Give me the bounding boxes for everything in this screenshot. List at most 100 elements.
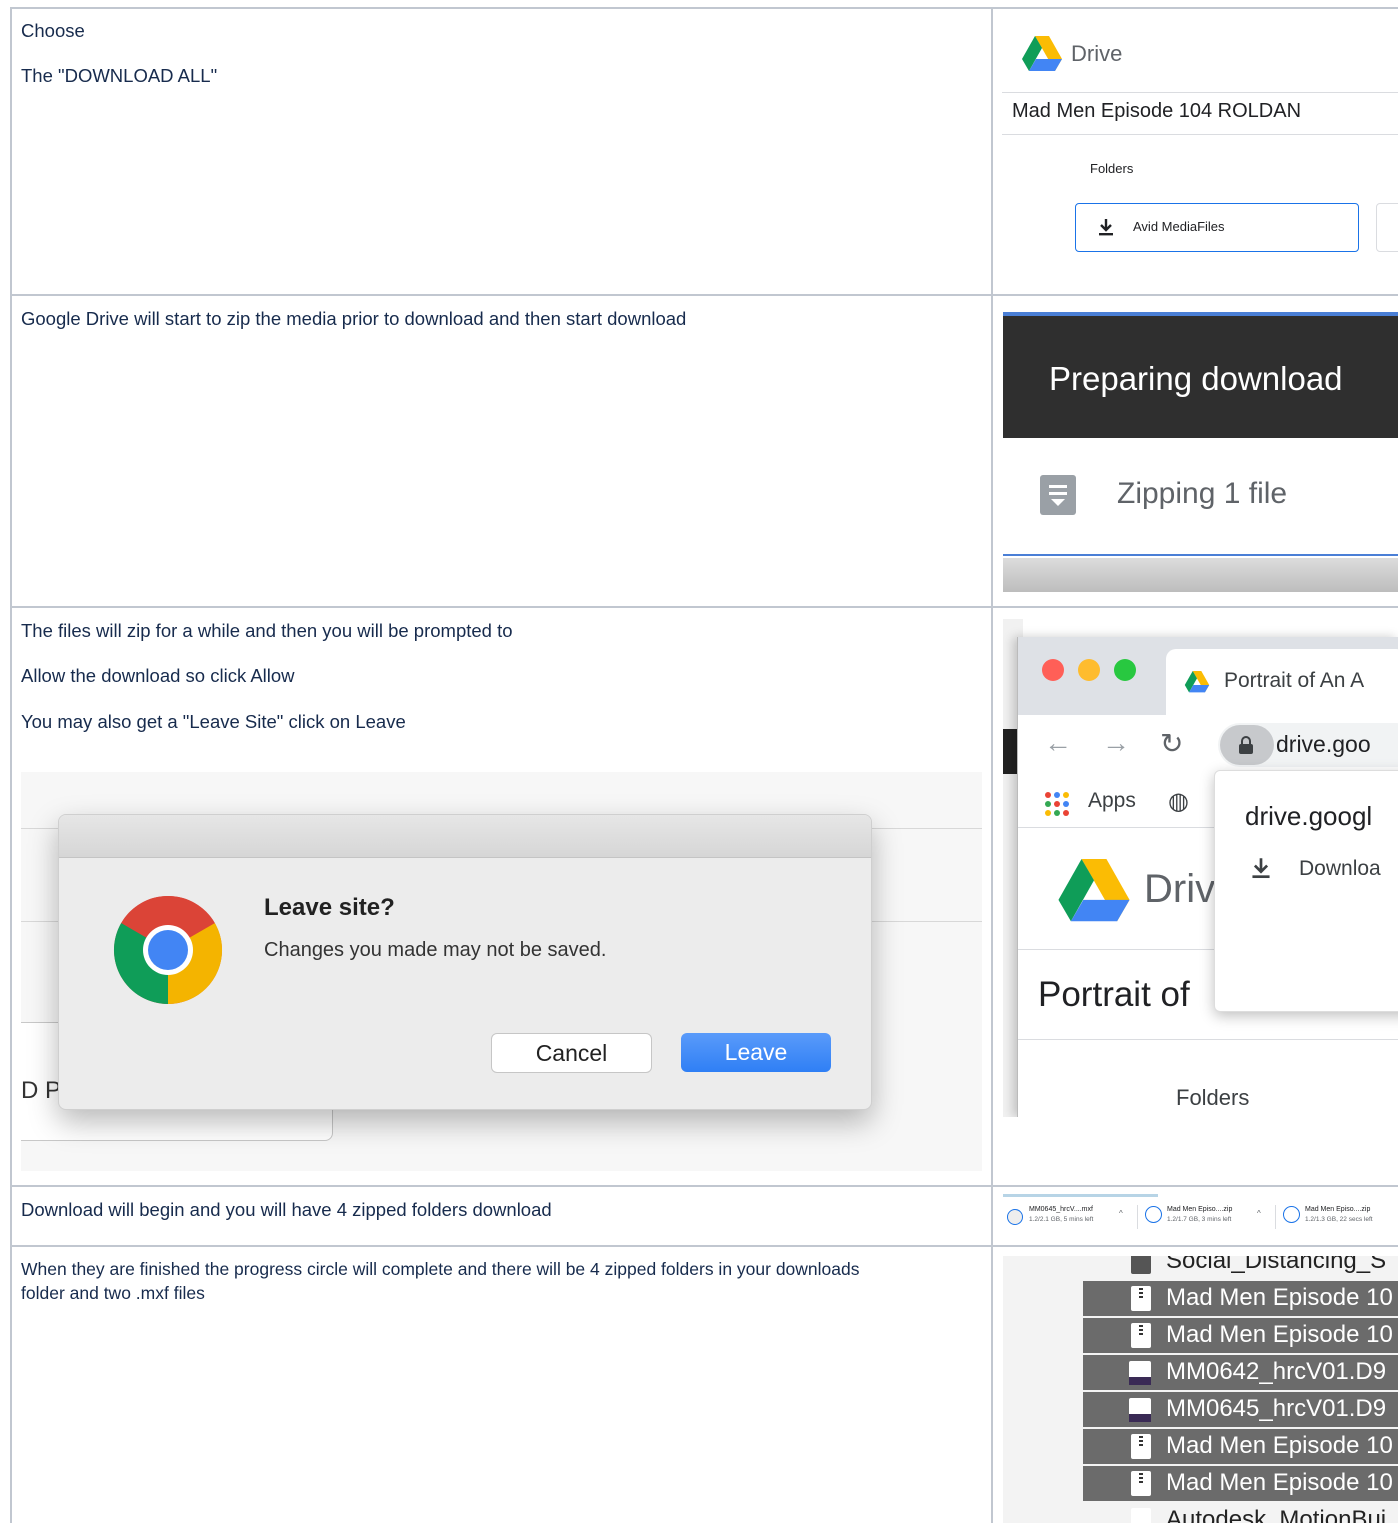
text-line: The files will zip for a while and then … <box>21 620 513 641</box>
file-row[interactable]: Mad Men Episode 10 <box>1083 1466 1398 1501</box>
file-name: Social_Distancing_S <box>1166 1256 1387 1274</box>
file-row[interactable]: Social_Distancing_S <box>1083 1256 1398 1279</box>
progress-line <box>1003 554 1398 556</box>
chevron-up-icon[interactable]: ^ <box>1119 1209 1123 1218</box>
apps-label[interactable]: Apps <box>1088 789 1136 813</box>
avid-mediafiles-button[interactable]: Avid MediaFiles <box>1075 203 1359 252</box>
preparing-header: Preparing download <box>1003 316 1398 438</box>
browser-screenshot: Portrait of An A ← → ↻ drive.goo Apps ◍ … <box>1003 619 1398 1117</box>
file-name: Mad Men Episode 10 <box>1166 1432 1393 1459</box>
file-row[interactable]: MM0645_hrcV01.D9 <box>1083 1392 1398 1427</box>
column-divider <box>991 7 993 1523</box>
file-name: Autodesk_MotionBui <box>1166 1506 1387 1523</box>
file-doc-icon <box>1040 475 1076 515</box>
divider <box>1002 92 1398 93</box>
chrome-toolbar: ← → ↻ drive.goo <box>1018 715 1398 775</box>
folder-title: Mad Men Episode 104 ROLDAN <box>1012 100 1302 122</box>
download-status: 1.2/1.3 GB, 22 secs left <box>1305 1216 1373 1223</box>
back-icon[interactable]: ← <box>1044 727 1072 759</box>
zip-icon <box>1131 1286 1151 1311</box>
table-border <box>10 7 12 1523</box>
file-row[interactable]: Mad Men Episode 10 <box>1083 1318 1398 1353</box>
table-border <box>10 7 1398 9</box>
zipper-mark <box>1139 1325 1143 1337</box>
forward-icon[interactable]: → <box>1102 727 1130 759</box>
row5-text: When they are finished the progress circ… <box>21 1258 901 1326</box>
download-item[interactable]: Mad Men Episo....zip 1.2/1.7 GB, 3 mins … <box>1141 1203 1273 1233</box>
download-item[interactable]: MM0645_hrcV....mxf 1.2/2.1 GB, 5 mins le… <box>1003 1203 1135 1233</box>
folder-button-label: Avid MediaFiles <box>1133 219 1225 234</box>
dialog-message: Changes you made may not be saved. <box>264 939 607 961</box>
download-name: Mad Men Episo....zip <box>1167 1206 1233 1213</box>
popup-host: drive.googl <box>1245 801 1373 831</box>
mxf-band <box>1129 1414 1151 1422</box>
dialog-title: Leave site? <box>264 894 395 921</box>
file-row[interactable]: Autodesk_MotionBui <box>1083 1503 1398 1523</box>
divider <box>1002 134 1398 135</box>
divider <box>1275 1205 1276 1229</box>
apps-grid-icon[interactable] <box>1044 791 1070 817</box>
chevron-up-icon[interactable]: ^ <box>1257 1209 1261 1218</box>
drive-logo-icon <box>1058 859 1130 922</box>
file-row[interactable]: Mad Men Episode 10 <box>1083 1281 1398 1316</box>
chrome-tabstrip: Portrait of An A <box>1018 637 1398 715</box>
zipping-status: Zipping 1 file <box>1117 477 1288 510</box>
zipper-mark <box>1139 1473 1143 1485</box>
address-bar[interactable]: drive.goo <box>1218 723 1398 767</box>
folder-icon <box>1131 1256 1151 1274</box>
minimize-window-icon[interactable] <box>1078 659 1100 681</box>
browser-tab[interactable]: Portrait of An A <box>1166 649 1398 715</box>
row-divider <box>10 606 1398 608</box>
row3-text: The files will zip for a while and then … <box>21 619 961 755</box>
row2-text: Google Drive will start to zip the media… <box>21 307 961 352</box>
file-name: Mad Men Episode 10 <box>1166 1321 1393 1348</box>
preparing-download-screenshot: Preparing download Zipping 1 file <box>1003 312 1398 592</box>
text-line: Allow the download so click Allow <box>21 665 295 687</box>
text-line: You may also get a "Leave Site" click on… <box>21 710 406 732</box>
zip-icon <box>1131 1471 1151 1496</box>
progress-circle-icon <box>1283 1206 1300 1223</box>
progress-circle-icon <box>1145 1206 1162 1223</box>
drive-favicon-icon <box>1184 671 1210 693</box>
close-window-icon[interactable] <box>1042 659 1064 681</box>
leave-button[interactable]: Leave <box>681 1033 831 1072</box>
shelf-edge <box>1003 1194 1158 1197</box>
download-permission-popup: drive.googl Downloa <box>1214 770 1398 1012</box>
maximize-window-icon[interactable] <box>1114 659 1136 681</box>
download-item[interactable]: Mad Men Episo....zip 1.2/1.3 GB, 22 secs… <box>1279 1203 1398 1233</box>
next-folder-button[interactable] <box>1376 203 1398 252</box>
file-name: MM0645_hrcV01.D9 <box>1166 1395 1387 1422</box>
bg-window-edge <box>1003 729 1017 774</box>
text-line: Choose <box>21 20 85 41</box>
page-title-fragment: Portrait of <box>1038 975 1190 1014</box>
cancel-button[interactable]: Cancel <box>491 1033 652 1073</box>
tab-title: Portrait of An A <box>1224 669 1365 692</box>
drive-screenshot: Drive Mad Men Episode 104 ROLDAN Folders… <box>1002 16 1398 292</box>
instruction-table: Choose The "DOWNLOAD ALL" Drive Mad Men … <box>10 7 1398 1523</box>
download-icon <box>1099 219 1113 236</box>
leave-site-screenshot: D Pr Leave site? Changes you made may no… <box>21 772 982 1171</box>
progress-circle-icon <box>1007 1209 1023 1225</box>
file-row[interactable]: Mad Men Episode 10 <box>1083 1429 1398 1464</box>
row1-text: Choose The "DOWNLOAD ALL" <box>21 19 961 110</box>
divider <box>1018 1039 1398 1040</box>
globe-icon[interactable]: ◍ <box>1168 787 1189 816</box>
row-divider <box>10 1185 1398 1187</box>
download-icon <box>1252 858 1270 879</box>
shadow-strip <box>1003 558 1398 592</box>
divider <box>1018 827 1218 828</box>
url-text: drive.goo <box>1276 731 1371 757</box>
dialog-titlebar <box>59 815 871 858</box>
zip-icon <box>1131 1323 1151 1348</box>
row-divider <box>10 1245 1398 1247</box>
reload-icon[interactable]: ↻ <box>1160 727 1183 760</box>
file-icon <box>1131 1508 1151 1523</box>
divider <box>1137 1205 1138 1229</box>
folders-label: Folders <box>1090 161 1134 176</box>
file-row[interactable]: MM0642_hrcV01.D9 <box>1083 1355 1398 1390</box>
text-line: The "DOWNLOAD ALL" <box>21 65 218 87</box>
drive-brand-fragment: Driv <box>1144 867 1216 911</box>
popup-download-text: Downloa <box>1299 857 1381 880</box>
chrome-logo-icon <box>113 895 223 1004</box>
text-line: When they are finished the progress circ… <box>21 1259 860 1303</box>
